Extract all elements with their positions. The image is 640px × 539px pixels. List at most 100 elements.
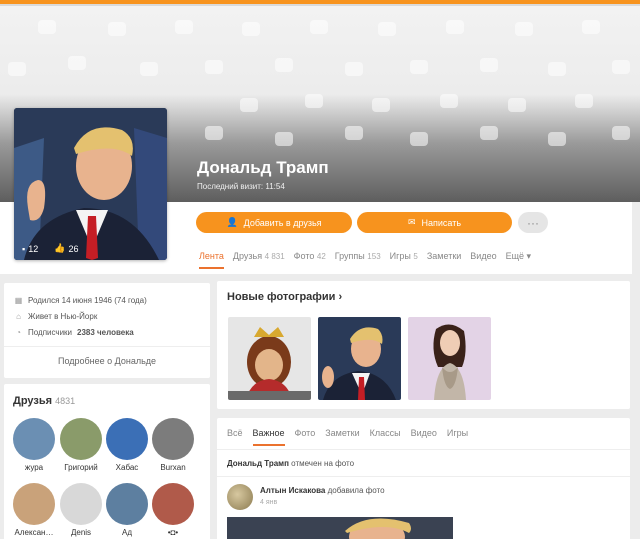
feed-tab-all[interactable]: Всё [227, 428, 243, 438]
avatar [13, 483, 55, 525]
rss-icon: ◔ [16, 328, 21, 337]
post-image[interactable] [227, 517, 453, 539]
feed-tab-games[interactable]: Игры [447, 428, 468, 438]
friend-item[interactable]: Burxan [151, 418, 195, 472]
avatar [152, 483, 194, 525]
avatar [60, 483, 102, 525]
friend-item[interactable]: жура [12, 418, 56, 472]
subscribers-label: Подписчики [28, 328, 73, 337]
envelope-icon: ✉ [407, 217, 416, 227]
last-visit: Последний визит: 11:54 [197, 182, 285, 191]
tab-label: Ещё ▾ [505, 251, 532, 261]
avatar [106, 418, 148, 460]
friend-name: Алексан… [14, 528, 54, 537]
new-photos-title-text: Новые фотографии [227, 291, 336, 303]
photo-thumbnail[interactable] [318, 317, 401, 400]
profile-tabs: Лента Друзья 4 831 Фото 42 Группы 153 Иг… [199, 251, 531, 269]
tab-label: Игры [389, 251, 411, 261]
new-photos-card: Новые фотографии › [217, 281, 630, 409]
friend-name: жура [24, 463, 44, 472]
tab-groups[interactable]: Группы 153 [335, 251, 381, 262]
feed-tab-classes[interactable]: Классы [370, 428, 401, 438]
friend-name: •◘• [167, 528, 179, 537]
more-actions-button[interactable]: ··· [518, 212, 548, 233]
friend-item[interactable]: Ад [105, 483, 149, 537]
avatar[interactable] [227, 484, 253, 510]
friend-item[interactable]: Хабас [105, 418, 149, 472]
friends-title[interactable]: Друзья 4831 [13, 395, 75, 407]
feed-card: Всё Важное Фото Заметки Классы Видео Игр… [217, 418, 630, 539]
tab-count: 5 [413, 252, 418, 261]
tab-notes[interactable]: Заметки [427, 251, 461, 262]
profile-info-card: ▦ Родился 14 июня 1946 (74 года) ⌂ Живет… [4, 283, 210, 378]
friend-item[interactable]: Деnis [59, 483, 103, 537]
tab-feed[interactable]: Лента [199, 251, 224, 269]
write-message-button[interactable]: ✉ Написать [357, 212, 512, 233]
post-action-text: добавила фото [327, 486, 385, 495]
avatar-comments[interactable]: ▪ 12 [22, 243, 38, 254]
feed-tab-notes[interactable]: Заметки [325, 428, 359, 438]
friends-title-text: Друзья [13, 395, 53, 407]
feed-note-name[interactable]: Дональд Трамп [227, 459, 289, 468]
photo-queen-cartoon [228, 317, 311, 400]
avatar [106, 483, 148, 525]
avatar-stats: ▪ 12 👍 26 [22, 243, 78, 254]
write-message-label: Написать [421, 217, 462, 228]
tab-photos[interactable]: Фото 42 [294, 251, 326, 262]
friend-name: Григорий [64, 463, 98, 472]
post-header: Алтын Искакова добавила фото [260, 486, 385, 495]
post-time: 4 янв [260, 499, 278, 506]
calendar-icon: ▦ [14, 296, 23, 305]
photo-thumbnail[interactable] [228, 317, 311, 400]
feed-tab-photo[interactable]: Фото [295, 428, 316, 438]
tab-label: Заметки [426, 251, 462, 261]
feed-tag-note: Дональд Трамп отмечен на фото [227, 459, 354, 468]
tab-video[interactable]: Видео [470, 251, 496, 262]
more-about-link[interactable]: Подробнее о Дональде [4, 346, 210, 366]
tab-count: 153 [367, 252, 381, 261]
feed-note-text: отмечен на фото [291, 459, 355, 468]
photo-thumbnail[interactable] [408, 317, 491, 400]
tab-label: Лента [199, 251, 224, 261]
friends-count: 4831 [55, 396, 76, 406]
add-friend-label: Добавить в друзья [243, 217, 322, 228]
avatar-likes[interactable]: 👍 26 [54, 243, 78, 254]
tab-label: Группы [334, 251, 365, 261]
add-friend-button[interactable]: 👤 Добавить в друзья [196, 212, 352, 233]
info-lives-text: Живет в Нью-Йорк [28, 312, 98, 321]
tab-more[interactable]: Ещё ▾ [506, 251, 531, 262]
friend-name: Хабас [115, 463, 139, 472]
feed-tab-important[interactable]: Важное [252, 428, 285, 446]
friend-item[interactable]: Григорий [59, 418, 103, 472]
avatar-portrait [14, 108, 167, 260]
profile-name: Дональд Трамп [197, 158, 329, 177]
friend-name: Burxan [160, 463, 186, 472]
friends-card: Друзья 4831 жура Григорий Хабас Burxan А… [4, 384, 210, 539]
info-subscribers[interactable]: ◔ Подписчики 2383 человека [14, 328, 134, 337]
chevron-right-icon: › [338, 291, 343, 303]
post-image-preview [227, 517, 453, 539]
avatar [13, 418, 55, 460]
comment-icon: ▪ [22, 243, 26, 254]
post-author-name[interactable]: Алтын Искакова [260, 486, 325, 495]
avatar-comments-count: 12 [28, 243, 39, 254]
info-born: ▦ Родился 14 июня 1946 (74 года) [14, 296, 147, 305]
tab-friends[interactable]: Друзья 4 831 [233, 251, 285, 262]
divider [217, 449, 630, 450]
feed-tab-video[interactable]: Видео [411, 428, 437, 438]
tab-label: Видео [470, 251, 497, 261]
friend-item[interactable]: •◘• [151, 483, 195, 537]
home-icon: ⌂ [16, 312, 21, 321]
photo-trump [318, 317, 401, 400]
friend-item[interactable]: Алексан… [12, 483, 56, 537]
profile-avatar[interactable]: ▪ 12 👍 26 [14, 108, 167, 260]
new-photos-title[interactable]: Новые фотографии › [227, 291, 342, 303]
info-born-text: Родился 14 июня 1946 (74 года) [28, 296, 147, 305]
tab-games[interactable]: Игры 5 [390, 251, 418, 262]
tab-label: Друзья [232, 251, 263, 261]
tab-count: 42 [316, 252, 326, 261]
thumbs-up-icon: 👍 [54, 243, 66, 253]
feed-tabs: Всё Важное Фото Заметки Классы Видео Игр… [227, 428, 468, 446]
friend-name: Ад [121, 528, 132, 537]
tab-label: Фото [293, 251, 315, 261]
